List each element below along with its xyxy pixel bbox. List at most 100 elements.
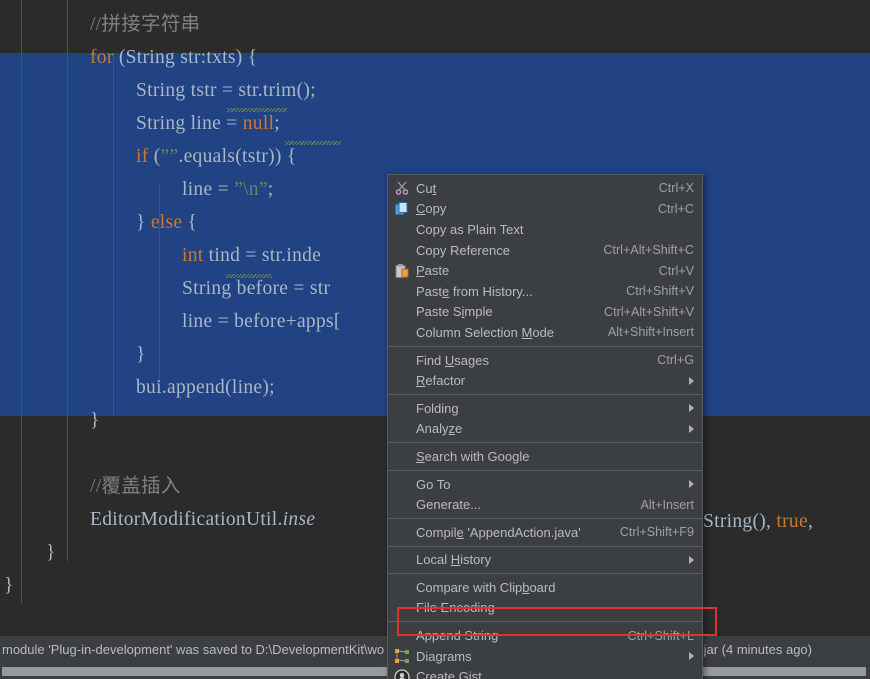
menu-item-column-selection-mode[interactable]: Column Selection Mode Alt+Shift+Insert	[388, 322, 702, 343]
code-line: String line = null;	[136, 113, 281, 134]
menu-item-diagrams[interactable]: Diagrams	[388, 646, 702, 667]
menu-item-label: Paste	[416, 263, 450, 279]
icon-placeholder	[394, 476, 412, 492]
menu-item-shortcut: Ctrl+X	[658, 181, 694, 196]
diagrams-icon	[394, 648, 412, 664]
warning-underline	[227, 108, 287, 112]
menu-item-find-usages[interactable]: Find Usages Ctrl+G	[388, 350, 702, 371]
menu-item-create-gist[interactable]: Create Gist...	[388, 666, 702, 679]
menu-item-shortcut: Ctrl+C	[657, 201, 694, 216]
menu-item-shortcut: Ctrl+Shift+F9	[619, 525, 694, 540]
icon-placeholder	[394, 448, 412, 464]
menu-item-label: Diagrams	[416, 648, 472, 664]
icon-placeholder	[394, 497, 412, 513]
icon-placeholder	[394, 579, 412, 595]
code-line: String tstr = str.trim();	[136, 80, 316, 101]
icon-placeholder	[394, 221, 412, 237]
menu-item-shortcut: Alt+Insert	[640, 497, 694, 512]
icon-placeholder	[394, 283, 412, 299]
code-line-tail: String(), true,	[703, 511, 814, 532]
menu-item-shortcut: Ctrl+Shift+V	[626, 284, 694, 299]
submenu-arrow-icon	[689, 480, 694, 489]
icon-placeholder	[394, 324, 412, 340]
paste-icon	[394, 263, 412, 279]
menu-item-shortcut: Ctrl+V	[658, 263, 694, 278]
menu-item-paste-simple[interactable]: Paste Simple Ctrl+Alt+Shift+V	[388, 302, 702, 323]
menu-item-refactor[interactable]: Refactor	[388, 370, 702, 391]
menu-item-label: Copy	[416, 201, 447, 217]
menu-separator	[388, 517, 702, 519]
warning-underline	[226, 274, 272, 278]
icon-placeholder	[394, 552, 412, 568]
icon-placeholder	[394, 352, 412, 368]
menu-item-analyze[interactable]: Analyze	[388, 419, 702, 440]
scissors-icon	[394, 180, 412, 196]
menu-item-folding[interactable]: Folding	[388, 398, 702, 419]
menu-item-paste[interactable]: Paste Ctrl+V	[388, 260, 702, 281]
ide-window: //拼接字符串 for (String str:txts) { String tst…	[0, 0, 870, 679]
icon-placeholder	[394, 373, 412, 389]
submenu-arrow-icon	[689, 404, 694, 413]
menu-separator	[388, 393, 702, 395]
icon-placeholder	[394, 600, 412, 616]
github-icon	[394, 669, 412, 679]
icon-placeholder	[394, 421, 412, 437]
editor-scrollbar[interactable]	[858, 0, 870, 636]
menu-item-label: File Encoding	[416, 600, 495, 616]
menu-separator	[388, 621, 702, 623]
menu-item-local-history[interactable]: Local History	[388, 550, 702, 571]
icon-placeholder	[394, 524, 412, 540]
submenu-arrow-icon	[689, 424, 694, 433]
menu-item-label: Find Usages	[416, 352, 489, 368]
context-menu[interactable]: Cut Ctrl+X Copy Ctrl+C Copy as Plain Text Cop…	[387, 174, 703, 679]
menu-separator	[388, 469, 702, 471]
status-message-left: module 'Plug-in-development' was saved t…	[2, 642, 385, 657]
menu-item-shortcut: Ctrl+Alt+Shift+C	[603, 243, 694, 258]
icon-placeholder	[394, 628, 412, 644]
menu-item-copy-as-plain-text[interactable]: Copy as Plain Text	[388, 219, 702, 240]
menu-separator	[388, 545, 702, 547]
menu-item-label: Local History	[416, 552, 492, 568]
menu-separator	[388, 345, 702, 347]
icon-placeholder	[394, 400, 412, 416]
menu-item-label: Compile 'AppendAction.java'	[416, 524, 581, 540]
status-message-right: .jar (4 minutes ago)	[700, 642, 812, 657]
menu-item-label: Copy as Plain Text	[416, 221, 524, 237]
menu-item-label: Refactor	[416, 373, 466, 389]
code-line: if (””.equals(tstr)) {	[136, 146, 297, 167]
menu-item-copy-reference[interactable]: Copy Reference Ctrl+Alt+Shift+C	[388, 240, 702, 261]
menu-item-compile-appendaction-java[interactable]: Compile 'AppendAction.java' Ctrl+Shift+F9	[388, 522, 702, 543]
menu-item-label: Generate...	[416, 497, 482, 513]
menu-item-label: Analyze	[416, 421, 463, 437]
warning-underline	[285, 141, 341, 145]
menu-item-label: Paste from History...	[416, 283, 533, 299]
menu-item-go-to[interactable]: Go To	[388, 474, 702, 495]
menu-item-label: Search with Google	[416, 448, 530, 464]
menu-item-label: Compare with Clipboard	[416, 579, 556, 595]
menu-item-shortcut: Ctrl+Alt+Shift+V	[604, 304, 694, 319]
menu-separator	[388, 573, 702, 575]
submenu-arrow-icon	[689, 376, 694, 385]
menu-item-paste-from-history[interactable]: Paste from History... Ctrl+Shift+V	[388, 281, 702, 302]
menu-item-label: Create Gist...	[416, 669, 493, 679]
menu-item-shortcut: Alt+Shift+Insert	[607, 325, 694, 340]
menu-item-label: Column Selection Mode	[416, 324, 555, 340]
menu-item-label: Folding	[416, 400, 459, 416]
menu-item-search-with-google[interactable]: Search with Google	[388, 446, 702, 467]
submenu-arrow-icon	[689, 652, 694, 661]
code-line: for (String str:txts) {	[90, 47, 258, 68]
menu-item-file-encoding[interactable]: File Encoding	[388, 598, 702, 619]
copy-icon	[394, 201, 412, 217]
menu-item-shortcut: Ctrl+G	[657, 353, 694, 368]
menu-item-append-string[interactable]: Append String Ctrl+Shift+L	[388, 625, 702, 646]
menu-item-label: Paste Simple	[416, 304, 493, 320]
menu-item-label: Copy Reference	[416, 242, 510, 258]
menu-item-compare-with-clipboard[interactable]: Compare with Clipboard	[388, 577, 702, 598]
menu-item-shortcut: Ctrl+Shift+L	[627, 628, 695, 643]
icon-placeholder	[394, 242, 412, 258]
icon-placeholder	[394, 304, 412, 320]
menu-item-cut[interactable]: Cut Ctrl+X	[388, 178, 702, 199]
menu-item-generate[interactable]: Generate... Alt+Insert	[388, 494, 702, 515]
menu-item-copy[interactable]: Copy Ctrl+C	[388, 199, 702, 220]
code-line: //拼接字符串	[90, 14, 201, 35]
